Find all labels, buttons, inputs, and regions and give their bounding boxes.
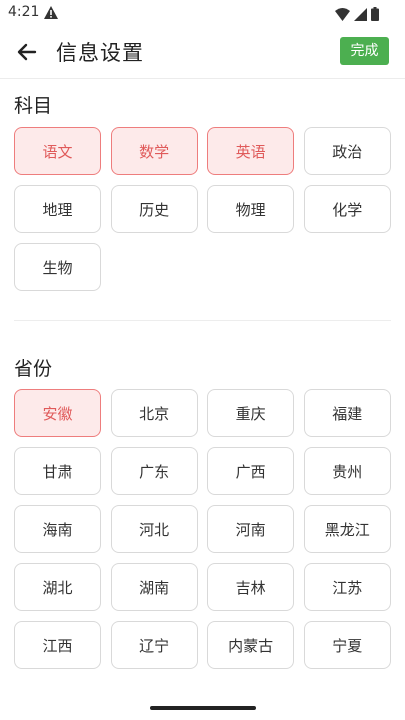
province-chip[interactable]: 甘肃 <box>14 447 101 495</box>
page-title: 信息设置 <box>56 41 144 65</box>
province-chip-label: 安徽 <box>42 404 73 423</box>
subject-chip-label: 化学 <box>332 200 363 219</box>
status-time: 4:21 <box>8 4 40 20</box>
province-chip-label: 河南 <box>235 520 266 539</box>
province-chip-label: 湖北 <box>42 578 73 597</box>
province-chip[interactable]: 福建 <box>303 389 391 437</box>
subject-chip[interactable]: 政治 <box>303 127 391 175</box>
wifi-icon <box>335 6 350 25</box>
subject-chip[interactable]: 语文 <box>14 127 101 175</box>
subjects-section-title: 科目 <box>14 95 53 117</box>
province-chip[interactable]: 黑龙江 <box>303 505 391 553</box>
subject-chip[interactable]: 历史 <box>110 185 198 233</box>
province-chip-label: 北京 <box>139 404 170 423</box>
province-chip-label: 河北 <box>139 520 170 539</box>
done-button[interactable]: 完成 <box>340 37 389 65</box>
subject-chip-label: 物理 <box>235 200 266 219</box>
province-chip-label: 江苏 <box>332 578 363 597</box>
province-chip-label: 广西 <box>235 462 266 481</box>
province-chip-label: 吉林 <box>235 578 266 597</box>
warning-icon <box>44 4 58 23</box>
province-chip[interactable]: 安徽 <box>14 389 101 437</box>
province-chip[interactable]: 湖北 <box>14 563 101 611</box>
province-chip-label: 甘肃 <box>42 462 73 481</box>
status-bar: 4:21 <box>0 0 405 26</box>
subject-chip[interactable]: 英语 <box>207 127 295 175</box>
subject-chip-label: 语文 <box>42 142 73 161</box>
provinces-section-title: 省份 <box>14 358 53 380</box>
subject-chip-label: 历史 <box>139 200 170 219</box>
province-chip[interactable]: 贵州 <box>303 447 391 495</box>
subject-chip-label: 政治 <box>332 142 363 161</box>
subject-chip[interactable]: 生物 <box>14 243 101 291</box>
province-chip-label: 海南 <box>42 520 73 539</box>
provinces-grid: 安徽 北京 重庆 福建甘肃 广东 广西 贵州海南 河北 河南 黑龙江湖北 湖南 吉林 江苏江西 辽宁 内蒙古… <box>14 389 391 669</box>
subjects-grid: 语文 数学 英语 政治地理 历史 物理 化学生物 <box>14 127 391 291</box>
subject-chip-label: 英语 <box>235 142 266 161</box>
province-chip-label: 贵州 <box>332 462 363 481</box>
province-chip[interactable]: 海南 <box>14 505 101 553</box>
province-chip[interactable]: 辽宁 <box>110 621 198 669</box>
province-chip[interactable]: 广西 <box>207 447 295 495</box>
province-chip[interactable]: 重庆 <box>207 389 295 437</box>
province-chip-label: 黑龙江 <box>324 520 370 539</box>
subject-chip[interactable]: 化学 <box>303 185 391 233</box>
cell-signal-icon <box>354 6 367 25</box>
subject-chip[interactable]: 地理 <box>14 185 101 233</box>
province-chip-label: 辽宁 <box>139 636 170 655</box>
system-nav-bar <box>0 696 405 720</box>
subject-chip-label: 数学 <box>139 142 170 161</box>
app-bar: 信息设置 完成 <box>0 26 405 79</box>
province-chip-label: 广东 <box>139 462 170 481</box>
province-chip-label: 湖南 <box>139 578 170 597</box>
battery-icon <box>371 6 379 25</box>
home-indicator[interactable] <box>150 706 256 710</box>
section-divider <box>14 320 391 321</box>
province-chip[interactable]: 江西 <box>14 621 101 669</box>
province-chip[interactable]: 河南 <box>207 505 295 553</box>
back-arrow-icon[interactable] <box>14 39 40 65</box>
province-chip[interactable]: 江苏 <box>303 563 391 611</box>
subject-chip[interactable]: 物理 <box>207 185 295 233</box>
subject-chip-label: 生物 <box>42 258 73 277</box>
province-chip[interactable]: 吉林 <box>207 563 295 611</box>
province-chip-label: 内蒙古 <box>228 636 274 655</box>
province-chip[interactable]: 河北 <box>110 505 198 553</box>
subject-chip[interactable]: 数学 <box>110 127 198 175</box>
status-icons <box>335 6 379 25</box>
province-chip[interactable]: 内蒙古 <box>207 621 295 669</box>
province-chip-label: 重庆 <box>235 404 266 423</box>
province-chip-label: 宁夏 <box>332 636 363 655</box>
province-chip-label: 福建 <box>332 404 363 423</box>
province-chip[interactable]: 湖南 <box>110 563 198 611</box>
province-chip[interactable]: 广东 <box>110 447 198 495</box>
province-chip-label: 江西 <box>42 636 73 655</box>
province-chip[interactable]: 北京 <box>110 389 198 437</box>
province-chip[interactable]: 宁夏 <box>303 621 391 669</box>
subject-chip-label: 地理 <box>42 200 73 219</box>
